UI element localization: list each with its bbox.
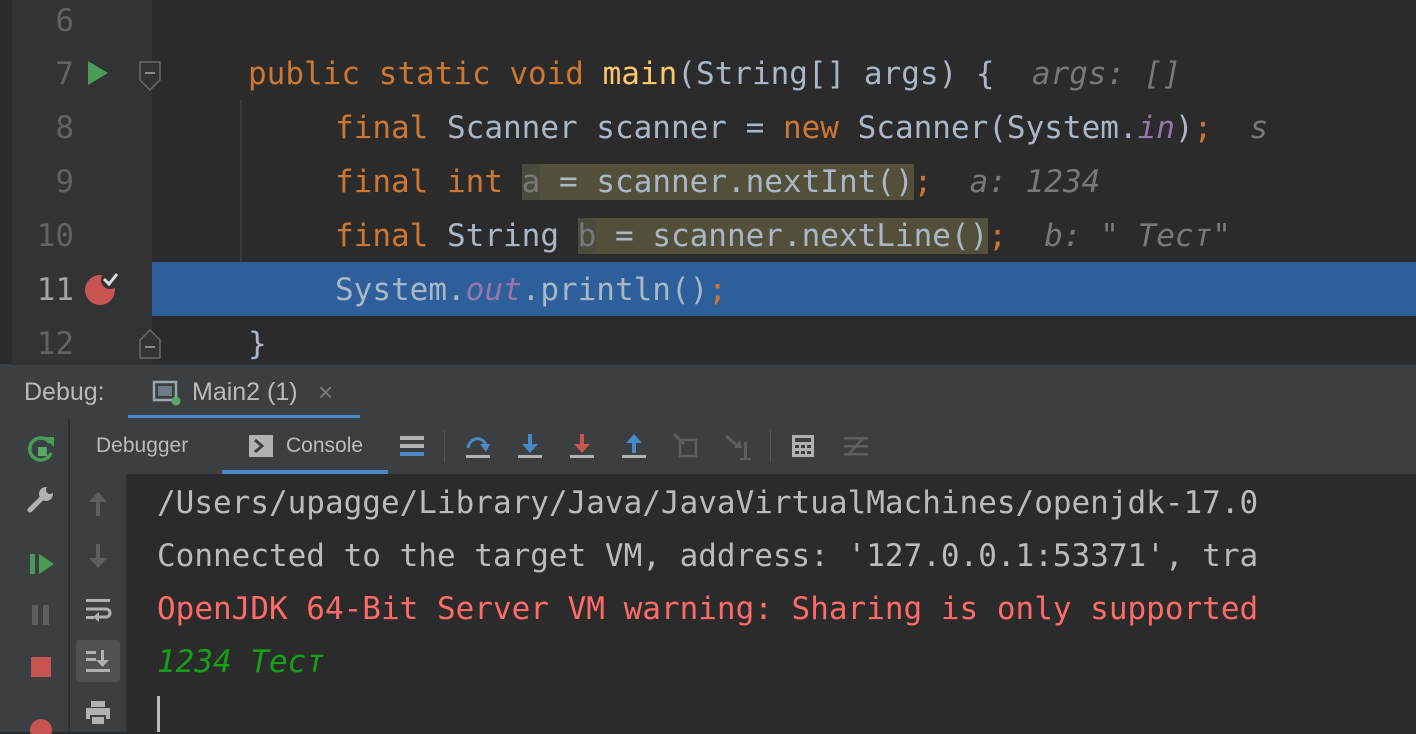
code-text: String — [447, 218, 559, 254]
force-step-into-icon[interactable] — [568, 432, 596, 460]
line-number: 7 — [55, 56, 74, 92]
method-name: main — [602, 56, 678, 92]
keyword: int — [447, 164, 503, 200]
line-number: 12 — [36, 326, 74, 362]
keyword: final — [335, 164, 429, 200]
semicolon: ; — [988, 218, 1007, 254]
console-line: Connected to the target VM, address: '12… — [157, 538, 1259, 574]
inline-debug-value: a: 1234 — [969, 164, 1101, 200]
rerun-icon[interactable] — [26, 434, 56, 464]
code-line-11[interactable]: System.out.println(); — [335, 263, 727, 317]
console-error-line: OpenJDK 64-Bit Server VM warning: Sharin… — [157, 591, 1259, 627]
code-text: System. — [335, 272, 466, 308]
line-number: 6 — [55, 3, 74, 39]
line-number: 9 — [55, 164, 74, 200]
fold-end-marker-icon[interactable] — [138, 328, 162, 360]
evaluate-expression-icon[interactable] — [790, 433, 816, 459]
console-actions-sidebar — [70, 474, 127, 732]
code-text: ) — [1174, 110, 1194, 146]
run-to-cursor-icon[interactable] — [724, 432, 754, 462]
code-line-8[interactable]: final Scanner scanner = new Scanner(Syst… — [335, 101, 1268, 155]
print-icon[interactable] — [84, 700, 112, 726]
down-arrow-icon[interactable] — [86, 542, 110, 570]
run-gutter-icon[interactable] — [86, 60, 110, 86]
keyword: final — [335, 110, 429, 146]
code-text: Scanner scanner = — [447, 110, 783, 146]
keyword: static — [378, 56, 491, 92]
code-text: .println() — [521, 272, 709, 308]
keyword: public — [248, 56, 360, 92]
editor-gutter[interactable]: 6 7 8 9 10 11 12 — [12, 0, 161, 364]
toolbar-separator — [444, 430, 445, 462]
tab-console[interactable]: Console — [222, 418, 388, 474]
debug-actions-sidebar — [12, 418, 69, 734]
step-over-icon[interactable] — [464, 432, 492, 460]
tab-debugger[interactable]: Debugger — [96, 418, 188, 474]
keyword: void — [509, 56, 584, 92]
closing-brace: } — [248, 326, 267, 362]
step-out-icon[interactable] — [620, 432, 648, 460]
code-line-10[interactable]: final String b = scanner.nextLine(); b: … — [335, 209, 1231, 263]
keyword: final — [335, 218, 429, 254]
line-number: 8 — [55, 110, 74, 146]
semicolon: ; — [913, 164, 933, 200]
text-cursor — [157, 696, 160, 732]
inline-debug-value: s — [1249, 110, 1269, 146]
application-window-icon — [152, 380, 181, 406]
semicolon: ; — [1193, 110, 1213, 146]
scroll-to-end-icon — [86, 650, 110, 672]
step-into-icon[interactable] — [516, 432, 544, 460]
breakpoint-icon[interactable] — [84, 270, 132, 306]
code-text: = scanner.nextInt() — [540, 164, 914, 200]
static-field: in — [1137, 110, 1175, 146]
inline-debug-value: b: " Тест" — [1044, 218, 1231, 254]
line-number: 10 — [36, 218, 74, 254]
semicolon: ; — [708, 272, 727, 308]
scroll-to-end-toggle[interactable] — [76, 640, 120, 682]
up-arrow-icon[interactable] — [86, 490, 110, 518]
stop-icon[interactable] — [29, 655, 53, 679]
code-editor[interactable]: 6 7 8 9 10 11 12 public static void main… — [0, 0, 1416, 364]
unused-variable: a — [521, 164, 541, 200]
code-line-7[interactable]: public static void main(String[] args) {… — [248, 47, 1181, 101]
unused-variable: b — [577, 218, 597, 254]
inline-debug-value: args: [] — [1031, 56, 1182, 92]
debug-session-label: Main2 (1) — [192, 378, 298, 406]
view-breakpoints-icon[interactable] — [26, 714, 56, 734]
wrench-icon[interactable] — [26, 484, 56, 514]
console-icon — [249, 435, 273, 457]
debug-session-tab[interactable]: Main2 (1) × — [128, 365, 360, 419]
static-field: out — [465, 272, 522, 308]
soft-wrap-icon[interactable] — [84, 596, 112, 622]
debug-tool-window-header: Debug: Main2 (1) × — [12, 364, 1416, 419]
debug-label: Debug: — [24, 378, 105, 406]
code-text: = scanner.nextLine() — [596, 218, 989, 254]
code-line-12[interactable]: } — [248, 317, 267, 364]
code-line-9[interactable]: final int a = scanner.nextInt(); a: 1234 — [335, 155, 1100, 209]
close-tab-icon[interactable]: × — [318, 365, 333, 419]
drop-frame-icon[interactable] — [672, 432, 700, 460]
code-text: Scanner(System. — [857, 110, 1138, 146]
line-number-current: 11 — [36, 272, 74, 308]
console-line: /Users/upagge/Library/Java/JavaVirtualMa… — [157, 485, 1259, 521]
tab-console-label: Console — [286, 434, 364, 457]
fold-marker-icon[interactable] — [138, 60, 162, 92]
resume-program-icon[interactable] — [28, 550, 56, 578]
keyword: new — [782, 110, 839, 146]
console-input-line: 1234 Тест — [157, 644, 325, 680]
debugger-toolbar: Debugger Console — [70, 418, 1416, 475]
trace-icon[interactable] — [842, 433, 870, 459]
toolbar-separator — [770, 430, 771, 462]
restore-layout-icon[interactable] — [398, 433, 426, 459]
pause-icon[interactable] — [29, 602, 53, 628]
code-text: (String[] args) { — [677, 56, 995, 92]
console-output[interactable]: /Users/upagge/Library/Java/JavaVirtualMa… — [127, 474, 1416, 732]
